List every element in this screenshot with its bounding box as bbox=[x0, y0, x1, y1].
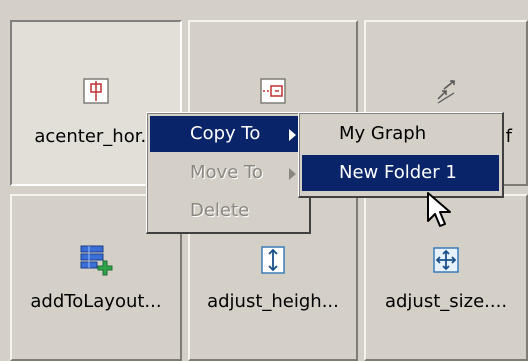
submenu-item-label: My Graph bbox=[339, 123, 427, 144]
menu-item-delete: Delete bbox=[150, 193, 306, 229]
menu-item-label: Delete bbox=[190, 200, 250, 221]
align-center-horizontal-icon bbox=[83, 78, 109, 104]
tile-label: addToLayout... bbox=[30, 291, 162, 312]
adjust-size-icon bbox=[433, 247, 459, 273]
context-menu: Copy To Move To Delete bbox=[146, 112, 311, 234]
submenu-item-my-graph[interactable]: My Graph bbox=[302, 116, 499, 152]
mouse-cursor-icon bbox=[427, 192, 451, 227]
menu-item-label: Move To bbox=[190, 162, 263, 183]
adjust-height-icon bbox=[261, 246, 285, 274]
menu-item-move-to: Move To bbox=[150, 155, 306, 191]
tile-label: adjust_heigh... bbox=[207, 291, 339, 312]
menu-item-copy-to[interactable]: Copy To bbox=[150, 116, 306, 152]
copy-to-submenu: My Graph New Folder 1 bbox=[298, 112, 504, 198]
submenu-arrow-icon bbox=[289, 129, 296, 141]
submenu-item-label: New Folder 1 bbox=[339, 162, 457, 183]
menu-item-label: Copy To bbox=[190, 123, 261, 144]
reverse-edge-icon bbox=[437, 80, 455, 104]
add-to-layout-icon bbox=[80, 245, 113, 276]
submenu-arrow-icon bbox=[289, 168, 296, 180]
align-connector-icon bbox=[260, 78, 286, 104]
tile-label: adjust_size.... bbox=[384, 291, 508, 312]
submenu-item-new-folder-1[interactable]: New Folder 1 bbox=[302, 155, 499, 191]
